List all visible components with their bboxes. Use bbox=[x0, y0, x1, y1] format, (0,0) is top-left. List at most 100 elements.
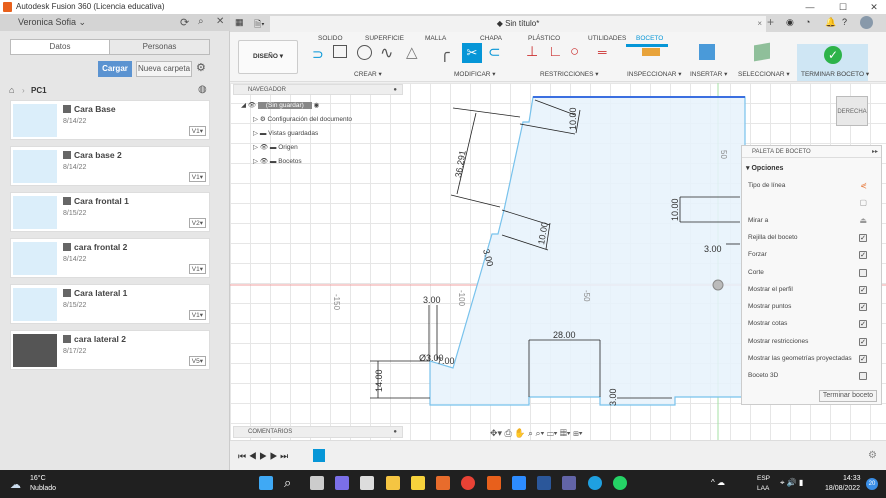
close-panel-icon[interactable]: ✕ bbox=[216, 16, 224, 27]
clock-time[interactable]: 14:33 bbox=[843, 475, 861, 482]
file-thumbnail[interactable] bbox=[13, 196, 57, 229]
insert-image-icon[interactable] bbox=[699, 44, 715, 60]
file-name[interactable]: Cara frontal 1 bbox=[63, 196, 129, 206]
refresh-icon[interactable]: ⟳ bbox=[180, 16, 189, 29]
checkbox-forzar[interactable]: ✓ bbox=[859, 251, 867, 260]
upload-button[interactable]: Cargar bbox=[98, 61, 132, 77]
expand-icon[interactable]: ▷ bbox=[253, 158, 260, 165]
zoom-icon[interactable] bbox=[512, 476, 526, 490]
close-tab-icon[interactable]: × bbox=[757, 16, 762, 32]
avatar[interactable] bbox=[860, 16, 873, 29]
notifications-icon[interactable]: 🔔 bbox=[825, 17, 836, 28]
version-badge[interactable]: V1▾ bbox=[188, 264, 206, 274]
fusion-taskbar-icon[interactable] bbox=[487, 476, 501, 490]
job-status-icon[interactable]: ◔ bbox=[805, 17, 810, 27]
sticky-notes-icon[interactable] bbox=[411, 476, 425, 490]
finish-sketch-palette-button[interactable]: Terminar boceto bbox=[819, 390, 877, 402]
ribbon-group-5[interactable]: SELECCIONAR ▾ bbox=[738, 70, 790, 78]
sketch-feature-icon[interactable] bbox=[313, 449, 325, 462]
version-badge[interactable]: V1▾ bbox=[188, 126, 206, 136]
expand-icon[interactable]: ▷ bbox=[253, 130, 260, 137]
file-card[interactable]: cara lateral 2 8/17/22 V5▾ bbox=[10, 330, 210, 370]
keyboard-layout[interactable]: LAA bbox=[757, 485, 769, 492]
timeline-settings-icon[interactable]: ⚙ bbox=[868, 450, 877, 461]
checkbox-corte[interactable] bbox=[859, 268, 867, 277]
viewcube[interactable]: DERECHA bbox=[836, 96, 868, 126]
file-name[interactable]: cara frontal 2 bbox=[63, 242, 127, 252]
checkbox-mostrar-las-geometrías-proyectadas[interactable]: ✓ bbox=[859, 355, 867, 363]
fix-constraint-icon[interactable]: ⊥ bbox=[526, 43, 538, 60]
checkbox-mostrar-restricciones[interactable]: ✓ bbox=[859, 337, 867, 346]
whatsapp-icon[interactable] bbox=[613, 476, 627, 490]
checkbox-mostrar-puntos[interactable]: ✓ bbox=[859, 303, 867, 312]
navigator-item[interactable]: ▷ 👁 ▬ Origen bbox=[253, 142, 298, 154]
network-volume-battery-icons[interactable]: ⌖ 🔊 ▮ bbox=[780, 478, 803, 488]
workspace-dropdown[interactable]: DISEÑO ▾ bbox=[238, 40, 298, 74]
edge-icon[interactable] bbox=[588, 476, 602, 490]
version-badge[interactable]: V2▾ bbox=[188, 218, 206, 228]
home-icon[interactable]: ⌂ bbox=[9, 85, 14, 95]
breadcrumb[interactable]: PC1 bbox=[31, 86, 47, 95]
trim-tool-icon[interactable]: ✂ bbox=[462, 43, 482, 63]
construction-icon[interactable]: ▢ bbox=[859, 198, 867, 207]
version-badge[interactable]: V1▾ bbox=[188, 310, 206, 320]
tab-personas[interactable]: Personas bbox=[109, 39, 210, 55]
help-icon[interactable]: ? bbox=[842, 17, 847, 27]
offset-tool-icon[interactable]: ⊂ bbox=[488, 43, 501, 61]
checkbox-boceto-3d[interactable] bbox=[859, 372, 867, 381]
file-thumbnail[interactable] bbox=[13, 334, 57, 367]
equal-constraint-icon[interactable]: ═ bbox=[598, 45, 607, 59]
checkbox-rejilla-del-boceto[interactable]: ✓ bbox=[859, 233, 867, 242]
search-taskbar-icon[interactable]: ⌕ bbox=[284, 475, 291, 491]
file-explorer-icon[interactable] bbox=[386, 476, 400, 490]
new-folder-button[interactable]: Nueva carpeta bbox=[136, 61, 192, 77]
navigator-item[interactable]: ▷ ⚙ Configuración del documento bbox=[253, 114, 352, 126]
pin-icon[interactable]: ● bbox=[393, 85, 397, 95]
navigator-item[interactable]: ▷ ▬ Vistas guardadas bbox=[253, 128, 318, 140]
clock-date[interactable]: 18/08/2022 bbox=[825, 485, 860, 492]
ribbon-group-3[interactable]: INSPECCIONAR ▾ bbox=[627, 70, 682, 78]
checkbox-mostrar-el-perfil[interactable]: ✓ bbox=[859, 285, 867, 294]
ribbon-group-2[interactable]: RESTRICCIONES ▾ bbox=[540, 70, 599, 78]
tangent-constraint-icon[interactable]: ○ bbox=[570, 43, 579, 60]
circle-tool-icon[interactable] bbox=[357, 45, 372, 60]
notification-badge[interactable]: 20 bbox=[866, 478, 878, 490]
file-name[interactable]: cara lateral 2 bbox=[63, 334, 126, 344]
version-badge[interactable]: V5▾ bbox=[188, 356, 206, 366]
chrome-icon[interactable] bbox=[461, 476, 475, 490]
word-icon[interactable] bbox=[537, 476, 551, 490]
ribbon-group-4[interactable]: INSERTAR ▾ bbox=[690, 70, 727, 78]
tab-solido[interactable]: SOLIDO bbox=[318, 35, 343, 42]
close-button[interactable]: ✕ bbox=[864, 0, 884, 14]
file-card[interactable]: Cara Base 8/14/22 V1▾ bbox=[10, 100, 210, 140]
checkmark-icon[interactable]: ✓ bbox=[824, 46, 842, 64]
line-type-icon[interactable]: ⋞ bbox=[860, 181, 867, 190]
tab-plástico[interactable]: PLÁSTICO bbox=[528, 35, 560, 42]
tab-malla[interactable]: MALLA bbox=[425, 35, 446, 42]
file-thumbnail[interactable] bbox=[13, 104, 57, 137]
file-card[interactable]: Cara frontal 1 8/15/22 V2▾ bbox=[10, 192, 210, 232]
fillet-tool-icon[interactable]: ╭ bbox=[440, 43, 450, 63]
comments-panel[interactable]: COMENTARIOS ● bbox=[233, 426, 403, 438]
language[interactable]: ESP bbox=[757, 475, 770, 482]
app-icon[interactable] bbox=[360, 476, 374, 490]
maximize-button[interactable]: ☐ bbox=[833, 0, 853, 14]
mirror-tool-icon[interactable]: △ bbox=[406, 43, 418, 61]
add-comment-icon[interactable]: ● bbox=[393, 427, 397, 438]
teams-icon[interactable] bbox=[562, 476, 576, 490]
grid-menu-icon[interactable]: ▦ bbox=[235, 17, 244, 28]
tab-utilidades[interactable]: UTILIDADES bbox=[588, 35, 626, 42]
ribbon-group-6[interactable]: TERMINAR BOCETO ▾ bbox=[801, 70, 869, 78]
tray-icons[interactable]: ^ ☁ bbox=[711, 478, 725, 487]
app-orange-icon[interactable] bbox=[436, 476, 450, 490]
ribbon-group-1[interactable]: MODIFICAR ▾ bbox=[454, 70, 496, 78]
spline-tool-icon[interactable]: ∿ bbox=[380, 43, 393, 63]
globe-icon[interactable]: ◍ bbox=[198, 84, 207, 95]
navigation-toolbar[interactable]: ✥▾ ⎙ ✋ ⌕ ⌕▾ ▭▾ ▦▾ ⊞▾ bbox=[490, 428, 583, 439]
navigator-item[interactable]: ▷ 👁 ▬ Bocetos bbox=[253, 156, 302, 168]
file-card[interactable]: cara frontal 2 8/14/22 V1▾ bbox=[10, 238, 210, 278]
file-name[interactable]: Cara lateral 1 bbox=[63, 288, 127, 298]
perpendicular-constraint-icon[interactable]: ∟ bbox=[548, 43, 563, 60]
task-view-icon[interactable] bbox=[310, 476, 324, 490]
tab-boceto[interactable]: BOCETO bbox=[636, 35, 663, 42]
